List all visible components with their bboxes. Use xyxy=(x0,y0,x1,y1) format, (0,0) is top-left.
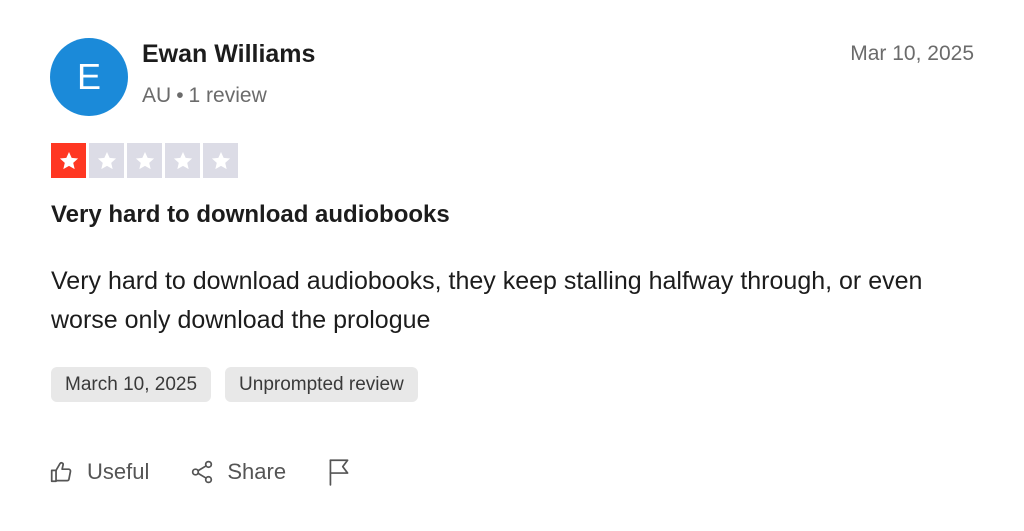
review-date: Mar 10, 2025 xyxy=(850,42,974,65)
review-body: Very hard to download audiobooks, they k… xyxy=(51,267,923,334)
thumbs-up-icon xyxy=(49,459,75,485)
experience-date-tag: March 10, 2025 xyxy=(51,367,212,402)
useful-label: Useful xyxy=(87,459,150,484)
star-empty xyxy=(127,143,162,178)
review-card: E Ewan Williams AU • 1 review Mar 10, 2025… xyxy=(0,0,1024,531)
star-rating xyxy=(51,143,238,178)
meta-separator: • xyxy=(176,84,184,107)
star-icon xyxy=(58,150,80,172)
review-actions: Useful Share xyxy=(49,454,392,490)
star-empty xyxy=(165,143,200,178)
useful-button[interactable]: Useful xyxy=(49,454,149,490)
report-button[interactable] xyxy=(326,454,352,490)
star-empty xyxy=(203,143,238,178)
review-type-tag[interactable]: Unprompted review xyxy=(225,367,418,402)
star-empty xyxy=(89,143,124,178)
reviewer-review-count: 1 review xyxy=(188,84,267,107)
reviewer-meta: AU • 1 review xyxy=(142,84,267,108)
reviewer-country: AU xyxy=(142,84,172,107)
flag-icon xyxy=(326,457,352,487)
star-icon xyxy=(172,150,194,172)
review-title[interactable]: Very hard to download audiobooks xyxy=(51,201,450,229)
star-icon xyxy=(134,150,156,172)
reviewer-name[interactable]: Ewan Williams xyxy=(142,40,315,69)
review-tags: March 10, 2025 Unprompted review xyxy=(51,367,418,402)
share-icon xyxy=(189,459,215,485)
share-button[interactable]: Share xyxy=(189,454,286,490)
star-filled xyxy=(51,143,86,178)
star-icon xyxy=(210,150,232,172)
star-icon xyxy=(96,150,118,172)
avatar-initial: E xyxy=(76,56,101,97)
avatar[interactable]: E xyxy=(50,38,128,116)
share-label: Share xyxy=(227,459,287,484)
